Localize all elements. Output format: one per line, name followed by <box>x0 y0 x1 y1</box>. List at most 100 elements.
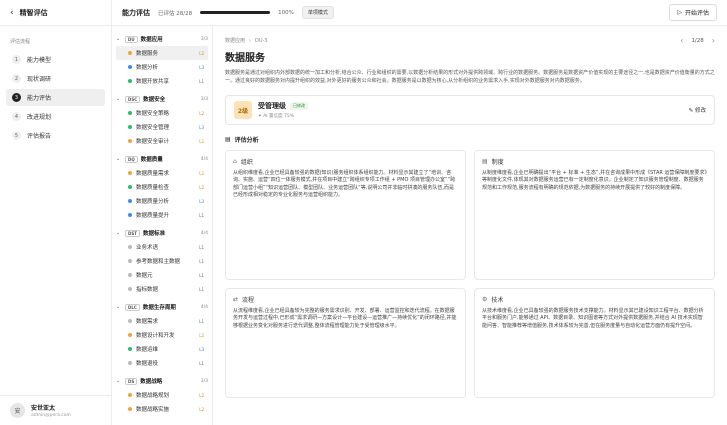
flow-icon: ⇄ <box>233 296 239 303</box>
tree-item[interactable]: 数据安全审计 L2 <box>116 134 208 148</box>
tree-item[interactable]: 数据安全管理 L3 <box>116 120 208 134</box>
section-label: 评估流程 <box>10 39 31 45</box>
user-card[interactable]: 安 安世亚太 admin@pera.com <box>0 395 111 425</box>
item-name: 数据质量分析 <box>136 199 170 205</box>
chevron-down-icon: ⌄ <box>116 304 121 310</box>
breadcrumb-separator: › <box>249 37 252 44</box>
tree-item[interactable]: 数据服务 L2 <box>116 46 208 60</box>
edit-button[interactable]: ✎ 修改 <box>689 106 706 114</box>
analysis-card: ⚙ 技术 从技术维度看,企业已具备较强的数据服务技术支撑能力。材料显示其已建设知… <box>474 288 715 398</box>
level-title: 受管理级 <box>258 102 286 110</box>
level-tag: L3 <box>199 124 204 130</box>
step-item[interactable]: 1 能力模型 <box>6 51 105 68</box>
tree-item[interactable]: 数据退役 L1 <box>116 356 208 370</box>
status-dot <box>128 139 132 143</box>
status-dot <box>128 393 132 397</box>
step-item[interactable]: 4 改进规划 <box>6 108 105 125</box>
tree-item[interactable]: 数据设计和开发 L2 <box>116 328 208 342</box>
edit-icon: ✎ <box>688 108 694 114</box>
tree-item[interactable]: 数据质量分析 L3 <box>116 194 208 208</box>
group-name: 数据应用 <box>140 37 163 43</box>
item-name: 数据需求 <box>136 319 159 325</box>
next-page-icon[interactable]: › <box>712 36 715 45</box>
status-dot <box>128 171 132 175</box>
step-item[interactable]: 5 评估报告 <box>6 127 105 144</box>
tree-item[interactable]: 业务术语 L1 <box>116 240 208 254</box>
tree-item[interactable]: 数据质量提升 L1 <box>116 208 208 222</box>
mode-badge[interactable]: 单项模式 <box>301 6 334 19</box>
group-code: DQ <box>125 155 138 163</box>
tree-item[interactable]: 数据战略规划 L2 <box>116 388 208 402</box>
start-assessment-button[interactable]: ▷ 开始评估 <box>669 4 717 21</box>
level-tag: L3 <box>199 198 204 204</box>
card-body: 从流程维度看,企业已经具备较为完整的服务需求识别、开发、部署、运营监控和迭代流程… <box>233 308 457 329</box>
item-name: 数据运维 <box>136 347 159 353</box>
item-name: 指标数据 <box>136 287 159 293</box>
page-indicator: 1/28 <box>691 37 704 44</box>
step-item[interactable]: 3 能力评估 <box>6 89 105 106</box>
status-dot <box>128 79 132 83</box>
analysis-card: ⌂ 组织 从组织维度看,企业已经具备较强的数据(知识)服务组织体系组织能力。材料… <box>225 150 466 280</box>
tree-group-header[interactable]: ⌄ DU 数据应用 3/3 <box>116 32 208 46</box>
level-tag: L1 <box>199 212 204 218</box>
tree-item[interactable]: 数据战略实施 L2 <box>116 402 208 416</box>
tree-group: ⌄ DQ 数据质量 4/4 数据质量需求 L2 数据质量检查 L2 数据质量分析… <box>116 152 208 222</box>
tree-group-header[interactable]: ⌄ DLC 数据生存周期 4/4 <box>116 300 208 314</box>
tree-group-header[interactable]: ⌄ DQ 数据质量 4/4 <box>116 152 208 166</box>
tree-item[interactable]: 数据质量检查 L2 <box>116 180 208 194</box>
tree-group-header[interactable]: ⌄ DSC 数据安全 3/3 <box>116 92 208 106</box>
group-code: DS <box>125 377 138 385</box>
level-tag: L2 <box>199 138 204 144</box>
tree-group-header[interactable]: ⌄ DS 数据战略 3/3 <box>116 374 208 388</box>
status-dot <box>128 273 132 277</box>
status-dot <box>128 259 132 263</box>
group-name: 数据质量 <box>140 157 163 163</box>
breadcrumb-0[interactable]: 数据应用 <box>225 37 245 44</box>
app-root: ‹ 精智评估 评估流程 1 能力模型 2 现状调研 3 能力评估 4 改进规划 5 评估报告 安 … <box>0 0 727 425</box>
status-dot <box>128 111 132 115</box>
level-tag: L2 <box>199 406 204 412</box>
item-name: 数据元 <box>136 273 153 279</box>
level-tag: L1 <box>199 318 204 324</box>
item-name: 数据分析 <box>136 65 159 71</box>
card-title: ▤ 制度 <box>482 158 504 166</box>
card-title: ⌂ 组织 <box>233 158 253 166</box>
tree-group-header[interactable]: ⌄ DST 数据标准 4/4 <box>116 226 208 240</box>
prev-page-icon[interactable]: ‹ <box>680 36 683 45</box>
group-name: 数据标准 <box>142 231 165 237</box>
card-title: ⇄ 流程 <box>233 296 255 304</box>
step-item[interactable]: 2 现状调研 <box>6 70 105 87</box>
org-icon: ⌂ <box>233 158 237 165</box>
step-number: 5 <box>12 131 21 140</box>
tree-item[interactable]: 数据质量需求 L2 <box>116 166 208 180</box>
tree-item[interactable]: 数据需求 L1 <box>116 314 208 328</box>
level-tag: L2 <box>199 110 204 116</box>
tree-item[interactable]: 数据开放共享 L1 <box>116 74 208 88</box>
capability-tree: ⌄ DU 数据应用 3/3 数据服务 L2 数据分析 L3 数据开放共享 L1 … <box>112 26 213 425</box>
tree-item[interactable]: 数据分析 L3 <box>116 60 208 74</box>
step-list: 1 能力模型 2 现状调研 3 能力评估 4 改进规划 5 评估报告 <box>0 49 111 146</box>
status-dot <box>128 333 132 337</box>
tree-group: ⌄ DSC 数据安全 3/3 数据安全策略 L2 数据安全管理 L3 数据安全审… <box>116 92 208 148</box>
page-title: 能力评估 <box>122 8 150 17</box>
tree-group: ⌄ DU 数据应用 3/3 数据服务 L2 数据分析 L3 数据开放共享 L1 <box>116 32 208 88</box>
doc-icon: ▤ <box>482 158 488 165</box>
level-tag: L1 <box>199 272 204 278</box>
modified-tag: 已修改 <box>290 102 308 110</box>
tree-item[interactable]: 参考数据和主数据 L1 <box>116 254 208 268</box>
level-tag: L2 <box>199 170 204 176</box>
tree-item[interactable]: 数据元 L1 <box>116 268 208 282</box>
card-body: 从技术维度看,企业已具备较强的数据服务技术支撑能力。材料显示其已建设知识工程平台… <box>482 308 704 329</box>
status-dot <box>128 407 132 411</box>
step-number: 1 <box>12 55 21 64</box>
tree-item[interactable]: 数据运维 L3 <box>116 342 208 356</box>
level-tag: L3 <box>199 64 204 70</box>
main: 能力评估 已评估 28/28 100% 单项模式 ▷ 开始评估 ⌄ DU 数据应… <box>112 0 727 425</box>
chevron-down-icon: ⌄ <box>116 156 121 162</box>
analysis-card: ▤ 制度 从制度维度看,企业已明确提出“平台 + 标准 + 生态”,并在咨询成果… <box>474 150 715 280</box>
tree-item[interactable]: 数据安全策略 L2 <box>116 106 208 120</box>
back-arrow-icon[interactable]: ‹ <box>10 8 14 18</box>
level-tag: L1 <box>199 360 204 366</box>
tree-item[interactable]: 指标数据 L1 <box>116 282 208 296</box>
status-dot <box>128 319 132 323</box>
